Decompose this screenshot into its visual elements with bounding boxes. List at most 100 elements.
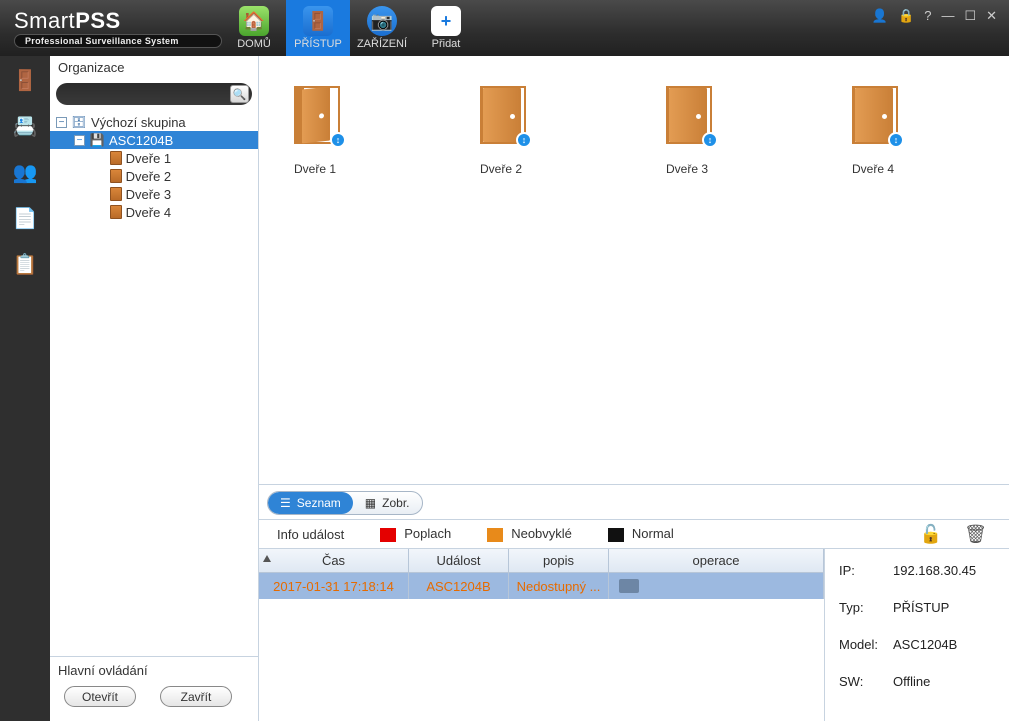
- tree-door-4[interactable]: Dveře 4: [50, 203, 258, 221]
- sort-asc-icon[interactable]: [263, 555, 271, 562]
- tree-door-2[interactable]: Dveře 2: [50, 167, 258, 185]
- cell-desc: Nedostupný ...: [509, 573, 609, 599]
- brand-name-light: Smart: [14, 8, 75, 34]
- door-card-1[interactable]: ↕ Dveře 1: [294, 86, 340, 176]
- device-icon: 💾: [89, 133, 105, 147]
- type-key: Typ:: [839, 600, 893, 615]
- toggle-list-label: Seznam: [297, 496, 341, 510]
- unlock-icon[interactable]: 🔓: [920, 524, 942, 545]
- col-desc[interactable]: popis: [509, 549, 609, 572]
- nav-devices[interactable]: 📷 ZAŘÍZENÍ: [350, 0, 414, 56]
- tree-door-2-label: Dveře 2: [126, 169, 172, 184]
- content: ↕ Dveře 1 ↕ Dveře 2 ↕ Dveře 3 ↕ Dveře 4: [259, 56, 1009, 721]
- door-small-icon: [110, 205, 122, 219]
- nav-add-label: Přidat: [432, 38, 461, 50]
- swatch-red: [380, 528, 396, 542]
- toggle-view[interactable]: ▦ Zobr.: [353, 492, 422, 514]
- nav-access[interactable]: 🚪 PŘÍSTUP: [286, 0, 350, 56]
- grid-row[interactable]: 2017-01-31 17:18:14 ASC1204B Nedostupný …: [259, 573, 824, 599]
- door-card-4[interactable]: ↕ Dveře 4: [852, 86, 898, 176]
- left-rail: 🚪 📇 👥 📄 📋: [0, 56, 50, 721]
- tree-device[interactable]: − 💾 ASC1204B: [50, 131, 258, 149]
- close-door-button[interactable]: Zavřít: [160, 686, 232, 707]
- sync-badge-icon: ↕: [516, 132, 532, 148]
- org-search-input[interactable]: [59, 87, 230, 101]
- org-search: 🔍: [56, 83, 252, 105]
- open-button[interactable]: Otevřít: [64, 686, 136, 707]
- grid-header: Čas Událost popis operace: [259, 549, 824, 573]
- user-icon[interactable]: 👤: [872, 8, 888, 24]
- door-icon-view: ↕ Dveře 1 ↕ Dveře 2 ↕ Dveře 3 ↕ Dveře 4: [259, 56, 1009, 484]
- nav-add[interactable]: + Přidat: [414, 0, 478, 56]
- minimize-button[interactable]: —: [941, 8, 954, 23]
- tree-root[interactable]: − 🗄 Výchozí skupina: [50, 113, 258, 131]
- rail-door-icon[interactable]: 🚪: [11, 66, 39, 94]
- legend-bar: Info událost Poplach Neobvyklé Normal 🔓 …: [259, 519, 1009, 549]
- tree-door-3-label: Dveře 3: [126, 187, 172, 202]
- org-footer: Hlavní ovládání Otevřít Zavřít: [50, 656, 258, 721]
- col-event[interactable]: Událost: [409, 549, 509, 572]
- org-tree: − 🗄 Výchozí skupina − 💾 ASC1204B Dveře 1…: [50, 109, 258, 656]
- door-small-icon: [110, 187, 122, 201]
- legend-alarm: Poplach: [404, 526, 451, 541]
- door-card-2-label: Dveře 2: [480, 162, 522, 176]
- toggle-view-label: Zobr.: [382, 496, 409, 510]
- door-card-2[interactable]: ↕ Dveře 2: [480, 86, 526, 176]
- rail-log-icon[interactable]: 📋: [11, 250, 39, 278]
- tree-door-3[interactable]: Dveře 3: [50, 185, 258, 203]
- rail-card-icon[interactable]: 📇: [11, 112, 39, 140]
- rail-user-icon[interactable]: 👥: [11, 158, 39, 186]
- swatch-orange: [487, 528, 503, 542]
- tree-door-1-label: Dveře 1: [126, 151, 172, 166]
- org-title: Organizace: [50, 56, 258, 79]
- nav-home[interactable]: 🏠 DOMŮ: [222, 0, 286, 56]
- close-button[interactable]: ✕: [986, 8, 997, 24]
- plus-icon: +: [431, 6, 461, 36]
- operation-icon[interactable]: [619, 579, 639, 593]
- event-grid: Čas Událost popis operace 2017-01-31 17:…: [259, 549, 824, 721]
- ip-key: IP:: [839, 563, 893, 578]
- legend-info: Info událost: [259, 527, 362, 542]
- search-icon: 🔍: [233, 88, 247, 101]
- maximize-button[interactable]: ☐: [964, 8, 976, 24]
- tree-door-4-label: Dveře 4: [126, 205, 172, 220]
- brand-name-bold: PSS: [75, 8, 121, 34]
- brand-subtitle: Professional Surveillance System: [14, 34, 222, 48]
- toggle-list[interactable]: ☰Seznam: [268, 492, 353, 514]
- nav-tabs: 🏠 DOMŮ 🚪 PŘÍSTUP 📷 ZAŘÍZENÍ + Přidat: [222, 0, 478, 56]
- group-icon: 🗄: [71, 115, 87, 129]
- col-op[interactable]: operace: [609, 549, 824, 572]
- collapse-icon[interactable]: −: [74, 135, 85, 146]
- help-icon[interactable]: ?: [924, 8, 931, 23]
- camera-icon: 📷: [367, 6, 397, 36]
- sw-key: SW:: [839, 674, 893, 689]
- model-value: ASC1204B: [893, 637, 999, 652]
- col-time[interactable]: Čas: [259, 549, 409, 572]
- grid-icon: ▦: [365, 496, 376, 510]
- tree-door-1[interactable]: Dveře 1: [50, 149, 258, 167]
- legend-unusual: Neobvyklé: [511, 526, 572, 541]
- rail-report-icon[interactable]: 📄: [11, 204, 39, 232]
- sw-value: Offline: [893, 674, 999, 689]
- lock-icon[interactable]: 🔒: [898, 8, 914, 24]
- sync-badge-icon: ↕: [330, 132, 346, 148]
- cell-event: ASC1204B: [409, 573, 509, 599]
- details-panel: IP:192.168.30.45 Typ:PŘÍSTUP Model:ASC12…: [824, 549, 1009, 721]
- collapse-icon[interactable]: −: [56, 117, 67, 128]
- nav-devices-label: ZAŘÍZENÍ: [357, 38, 407, 50]
- door-small-icon: [110, 151, 122, 165]
- nav-home-label: DOMŮ: [237, 38, 271, 50]
- legend-normal: Normal: [632, 526, 674, 541]
- nav-access-label: PŘÍSTUP: [294, 38, 342, 50]
- door-card-4-label: Dveře 4: [852, 162, 894, 176]
- door-small-icon: [110, 169, 122, 183]
- type-value: PŘÍSTUP: [893, 600, 999, 615]
- door-icon: 🚪: [303, 6, 333, 36]
- door-card-3-label: Dveře 3: [666, 162, 708, 176]
- search-button[interactable]: 🔍: [230, 85, 249, 103]
- brand: SmartPSS Professional Surveillance Syste…: [0, 0, 222, 56]
- trash-icon[interactable]: 🗑: [964, 524, 987, 545]
- sync-badge-icon: ↕: [888, 132, 904, 148]
- bottom-panel: ☰Seznam ▦ Zobr. Info událost Poplach Neob…: [259, 484, 1009, 721]
- door-card-3[interactable]: ↕ Dveře 3: [666, 86, 712, 176]
